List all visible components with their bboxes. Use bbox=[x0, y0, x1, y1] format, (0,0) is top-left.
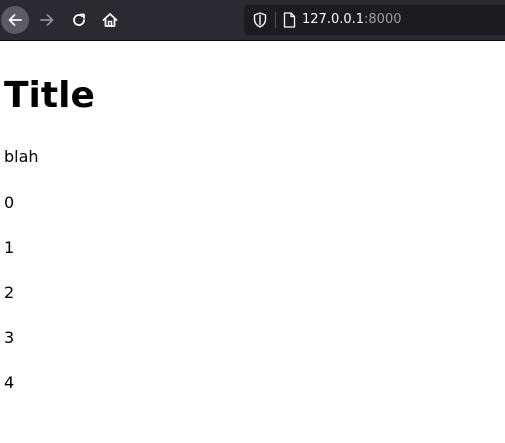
home-icon bbox=[102, 13, 118, 27]
url-text[interactable]: 127.0.0.1:8000 bbox=[302, 5, 402, 35]
shield-icon bbox=[253, 12, 267, 28]
url-port: :8000 bbox=[364, 12, 402, 27]
paragraph-2: 2 bbox=[4, 283, 15, 302]
page-title: Title bbox=[4, 75, 95, 116]
reload-button[interactable] bbox=[65, 6, 93, 34]
back-button[interactable] bbox=[1, 6, 29, 34]
forward-button[interactable] bbox=[33, 6, 61, 34]
browser-toolbar: 127.0.0.1:8000 bbox=[0, 0, 505, 41]
paragraph-4: 4 bbox=[4, 373, 15, 392]
paragraph-blah: blah bbox=[4, 147, 39, 166]
tracking-protection-button[interactable] bbox=[250, 5, 270, 35]
address-bar[interactable]: 127.0.0.1:8000 bbox=[244, 5, 505, 35]
site-info-button[interactable] bbox=[279, 5, 299, 35]
paragraph-0: 0 bbox=[4, 193, 15, 212]
url-divider bbox=[275, 12, 276, 28]
reload-icon bbox=[73, 13, 85, 26]
url-host: 127.0.0.1 bbox=[302, 12, 365, 27]
paragraph-3: 3 bbox=[4, 328, 15, 347]
forward-icon bbox=[40, 14, 54, 26]
page-icon bbox=[283, 12, 295, 28]
paragraph-1: 1 bbox=[4, 238, 15, 257]
back-icon bbox=[8, 14, 22, 26]
home-button[interactable] bbox=[96, 6, 124, 34]
